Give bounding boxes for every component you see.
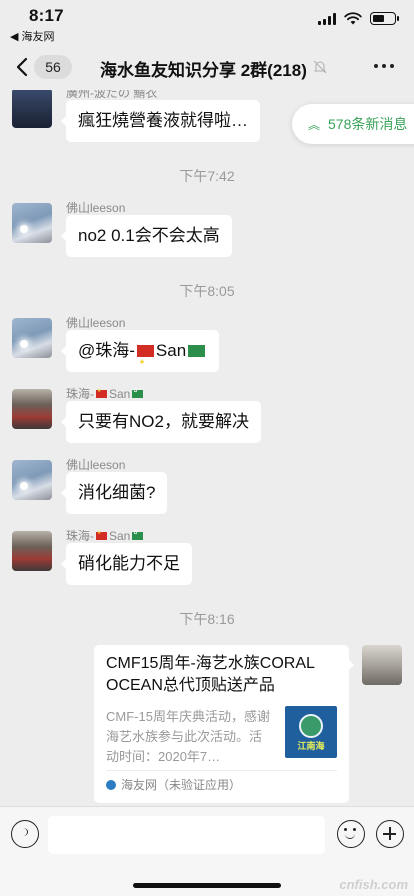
sender-name-prefix: 珠海- (66, 529, 94, 543)
sender-name-suffix: San (109, 387, 131, 401)
chat-title: 海水鱼友知识分享 2群(218) (100, 61, 307, 80)
link-card[interactable]: CMF15周年-海艺水族CORAL OCEAN总代顶贴送产品 CMF-15周年庆… (94, 645, 354, 803)
sender-name: 佛山leeson (66, 316, 126, 330)
battery-icon (370, 12, 399, 25)
app-source-icon (106, 779, 116, 790)
plus-icon[interactable] (376, 820, 404, 848)
sender-name-prefix: 珠海- (66, 387, 94, 401)
link-card-title: CMF15周年-海艺水族CORAL OCEAN总代顶贴送产品 (106, 655, 315, 694)
back-chevron-icon[interactable] (14, 56, 34, 78)
input-bar: cnfish.com (0, 806, 414, 896)
thumbnail-label: 江南海 (297, 741, 325, 751)
timestamp: 下午8:16 (179, 611, 235, 627)
message-bubble[interactable]: 瘋狂燒營養液就得啦… (61, 100, 260, 142)
avatar[interactable] (12, 203, 52, 243)
mention-prefix: @珠海- (78, 341, 135, 360)
wifi-icon (344, 12, 362, 25)
unread-count-badge[interactable]: 56 (34, 55, 72, 79)
message-bubble[interactable]: 只要有NO2，就要解决 (61, 401, 261, 443)
system-icons (318, 12, 399, 25)
macau-flag-icon (188, 343, 206, 385)
home-indicator[interactable] (133, 883, 281, 888)
mention-suffix: San (155, 341, 187, 360)
link-card-source: 海友网（未验证应用） (106, 776, 241, 793)
divider (106, 770, 337, 771)
brand-logo-icon (299, 714, 323, 738)
sender-name-suffix: San (109, 529, 131, 543)
message-bubble[interactable]: @珠海- San (60, 330, 220, 385)
emoji-icon[interactable] (337, 820, 365, 848)
link-card-thumbnail: 江南海 (285, 706, 337, 758)
new-messages-label: 578条新消息 (328, 116, 408, 132)
timestamp: 下午7:42 (179, 168, 235, 184)
macau-flag-icon (132, 530, 144, 540)
link-card-description: CMF-15周年庆典活动，感谢海艺水族参与此次活动。活动时间：2020年7… (106, 709, 270, 764)
timestamp: 下午8:05 (179, 283, 235, 299)
china-flag-icon (136, 342, 154, 384)
macau-flag-icon (132, 388, 144, 398)
voice-input-icon[interactable] (11, 820, 39, 848)
self-avatar[interactable] (362, 645, 402, 685)
china-flag-icon (96, 388, 107, 398)
back-to-app-link[interactable]: ◀ 海友网 (10, 28, 55, 44)
avatar[interactable] (12, 389, 52, 429)
more-options-icon[interactable] (374, 64, 394, 68)
avatar[interactable] (12, 531, 52, 571)
message-bubble[interactable]: no2 0.1会不会太高 (61, 215, 232, 257)
status-time: 8:17 (29, 6, 64, 25)
avatar[interactable] (12, 90, 52, 128)
status-bar: 8:17 ◀ 海友网 (0, 0, 414, 44)
sender-name: 佛山leeson (66, 458, 126, 472)
avatar[interactable] (12, 318, 52, 358)
cellular-signal-icon (318, 12, 336, 25)
avatar[interactable] (12, 460, 52, 500)
mute-icon (313, 60, 327, 74)
message-list[interactable]: 廣州-波だの 鯖衣 瘋狂燒營養液就得啦… 下午7:42 佛山leeson no2… (0, 90, 414, 806)
watermark: cnfish.com (339, 877, 408, 892)
sender-name: 珠海- San (66, 385, 145, 402)
china-flag-icon (96, 530, 107, 540)
link-card-source-label: 海友网（未验证应用） (121, 778, 242, 792)
double-chevron-up-icon: ︽ (308, 117, 321, 132)
message-input[interactable] (48, 816, 325, 854)
sender-name: 珠海- San (66, 527, 145, 544)
message-bubble[interactable]: 消化细菌? (60, 472, 168, 514)
message-bubble[interactable]: 硝化能力不足 (61, 543, 192, 585)
chat-header: 56 海水鱼友知识分享 2群(218) (0, 44, 414, 90)
new-messages-button[interactable]: ︽ 578条新消息 (292, 104, 414, 144)
sender-name: 佛山leeson (66, 201, 126, 215)
